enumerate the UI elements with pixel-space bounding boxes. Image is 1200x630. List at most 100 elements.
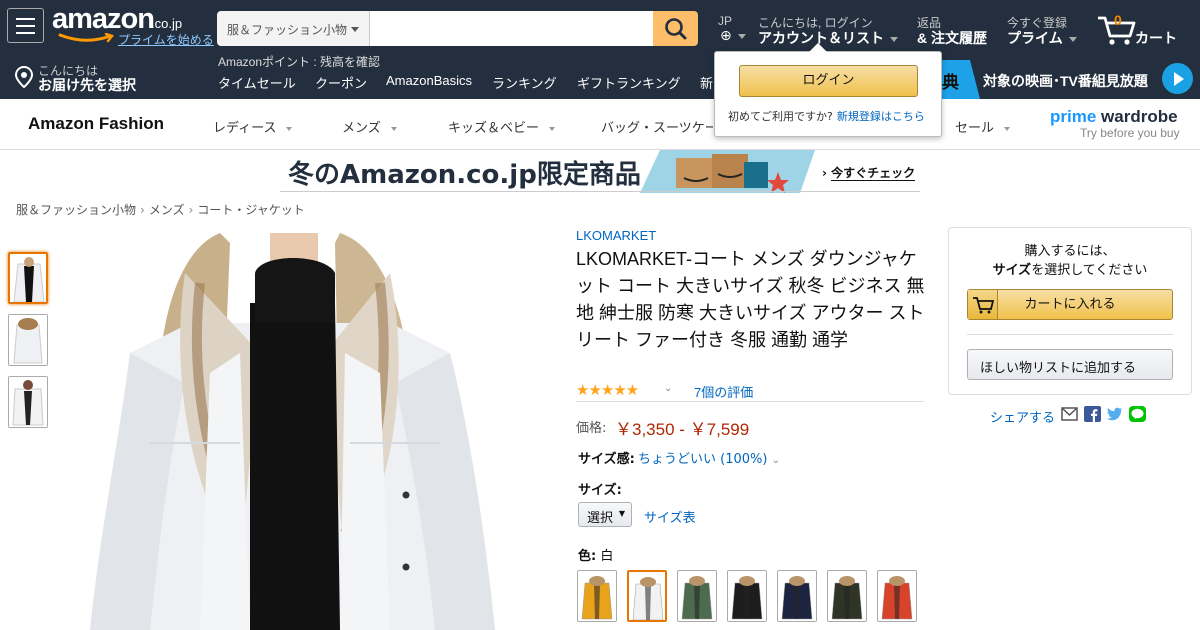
first-time-text: 初めてご利用ですか? (728, 110, 833, 123)
product-brand-link[interactable]: LKOMARKET (576, 228, 656, 243)
prime-wardrobe-logo[interactable]: prime wardrobe (1050, 107, 1178, 127)
size-dropdown[interactable]: 選択 (578, 502, 632, 527)
fashion-nav-ladies[interactable]: レディース (213, 117, 293, 136)
swatch-image (728, 571, 766, 621)
prime-wardrobe-word2: wardrobe (1101, 107, 1178, 126)
language-code[interactable]: JP (718, 14, 732, 28)
fashion-nav-sale[interactable]: セール (955, 117, 1011, 136)
color-swatch-yellow[interactable] (577, 570, 617, 622)
search-button[interactable] (653, 11, 698, 46)
chevron-down-icon[interactable]: ⌄ (664, 383, 672, 394)
breadcrumb: 服＆ファッション小物 › メンズ › コート・ジャケット (16, 201, 305, 218)
orders-link[interactable]: & 注文履歴 (917, 28, 987, 48)
subnav-link-amazonbasics[interactable]: AmazonBasics (386, 73, 472, 88)
swatch-image (828, 571, 866, 621)
buy-box-line2-bold: サイズ (992, 263, 1032, 278)
subnav-link-coupon[interactable]: クーポン (315, 73, 367, 92)
color-swatch-white-black[interactable] (727, 570, 767, 622)
divider (967, 334, 1173, 335)
language-selector[interactable]: ⊕ (720, 28, 746, 44)
swatch-image (678, 571, 716, 621)
chevron-down-icon (390, 126, 397, 131)
color-swatch-white[interactable] (627, 570, 667, 622)
email-share-icon[interactable] (1061, 406, 1078, 422)
chevron-right-icon: › (140, 203, 145, 217)
fashion-nav-ladies-label: レディース (213, 120, 277, 135)
breadcrumb-item[interactable]: 服＆ファッション小物 (16, 203, 136, 217)
fashion-nav-kids[interactable]: キッズ＆ベビー (448, 117, 556, 136)
breadcrumb-item[interactable]: メンズ (149, 203, 185, 217)
banner-check-now-link[interactable]: › 今すぐチェック (822, 164, 916, 181)
color-swatch-navy[interactable] (777, 570, 817, 622)
fashion-nav-bar (0, 99, 1200, 150)
signin-button[interactable]: ログイン (739, 65, 918, 97)
chevron-down-icon (890, 36, 898, 42)
play-icon[interactable] (1162, 63, 1193, 94)
thumbnail-image (9, 315, 47, 365)
product-thumbnail[interactable] (8, 252, 48, 304)
star-rating-icon[interactable]: ★★★★★ (576, 381, 639, 399)
fashion-nav-sale-label: セール (955, 120, 995, 135)
register-link[interactable]: 新規登録はこちら (837, 110, 925, 123)
line-share-icon[interactable] (1129, 406, 1146, 422)
amazon-fashion-logo[interactable]: Amazon Fashion (28, 114, 164, 134)
prime-wardrobe-tagline: Try before you buy (1080, 126, 1180, 140)
add-to-wishlist-button[interactable]: ほしい物リストに追加する (967, 349, 1173, 380)
subnav-link-timesale[interactable]: タイムセール (218, 73, 296, 92)
color-value: 白 (600, 549, 614, 564)
amazon-logo-tld[interactable]: .co.jp (151, 16, 182, 31)
product-thumbnail[interactable] (8, 314, 48, 366)
chevron-down-icon (286, 126, 293, 131)
chevron-down-icon: ⌄ (771, 455, 780, 466)
fashion-nav-bags[interactable]: バッグ・スーツケース (601, 117, 713, 136)
color-label-key: 色: (578, 549, 597, 564)
add-to-cart-button[interactable]: カートに入れる (967, 289, 1173, 320)
swatch-image (629, 572, 665, 620)
size-fit-link[interactable]: ちょうどいい (100%) ⌄ (638, 448, 780, 467)
prime-menu[interactable]: プライム (1007, 28, 1077, 48)
thumbnail-image (9, 377, 47, 427)
subnav-link-gift-ranking[interactable]: ギフトランキング (577, 73, 681, 92)
fashion-nav-mens[interactable]: メンズ (342, 117, 397, 136)
size-chart-link[interactable]: サイズ表 (644, 507, 696, 526)
buy-box-message: 購入するには、 サイズを選択してください (970, 242, 1170, 280)
prime-menu-label: プライム (1007, 30, 1063, 46)
product-title: LKOMARKET-コート メンズ ダウンジャケット コート 大きいサイズ 秋冬… (576, 249, 925, 350)
buy-box-line1: 購入するには、 (1024, 244, 1116, 259)
menu-hamburger-icon[interactable] (7, 8, 44, 43)
facebook-share-icon[interactable] (1084, 406, 1101, 422)
winter-banner-title[interactable]: 冬のAmazon.co.jp限定商品 (288, 154, 641, 191)
location-pin-icon[interactable] (14, 66, 34, 88)
signin-flyout: ログイン 初めてご利用ですか? 新規登録はこちら (714, 43, 942, 137)
points-balance-link[interactable]: Amazonポイント : 残高を確認 (218, 53, 380, 70)
color-label: 色: 白 (578, 545, 613, 564)
search-category-dropdown[interactable]: 服＆ファッション小物 (217, 11, 370, 46)
color-swatch-green[interactable] (677, 570, 717, 622)
fashion-nav-kids-label: キッズ＆ベビー (448, 120, 540, 135)
color-swatch-red[interactable] (877, 570, 917, 622)
search-input[interactable] (370, 11, 653, 46)
price-range: ￥3,350 - ￥7,599 (615, 420, 750, 439)
share-label: シェアする (990, 411, 1056, 426)
cart-label[interactable]: カート (1135, 28, 1177, 48)
product-thumbnail[interactable] (8, 376, 48, 428)
swatch-image (878, 571, 916, 621)
twitter-share-icon[interactable] (1106, 406, 1123, 422)
rating-count-link[interactable]: 7個の評価 (694, 382, 753, 401)
deliver-to-link[interactable]: お届け先を選択 (38, 75, 136, 95)
amazon-smile-icon (58, 33, 115, 43)
subnav-link-new[interactable]: 新 (700, 73, 713, 92)
subnav-link-ranking[interactable]: ランキング (492, 73, 557, 92)
search-icon (665, 18, 687, 40)
breadcrumb-item[interactable]: コート・ジャケット (197, 203, 304, 217)
cart-icon (968, 290, 998, 319)
promo-text[interactable]: 対象の映画･TV番組見放題 (983, 71, 1148, 91)
buy-box-line2: を選択してください (1031, 263, 1148, 278)
product-main-image[interactable] (90, 233, 495, 630)
banner-boxes-image[interactable] (640, 150, 815, 193)
color-swatch-army-green[interactable] (827, 570, 867, 622)
swatch-image (778, 571, 816, 621)
divider (576, 401, 924, 402)
start-prime-link[interactable]: プライムを始める (118, 31, 214, 48)
account-lists-menu[interactable]: アカウント＆リスト (758, 28, 898, 48)
